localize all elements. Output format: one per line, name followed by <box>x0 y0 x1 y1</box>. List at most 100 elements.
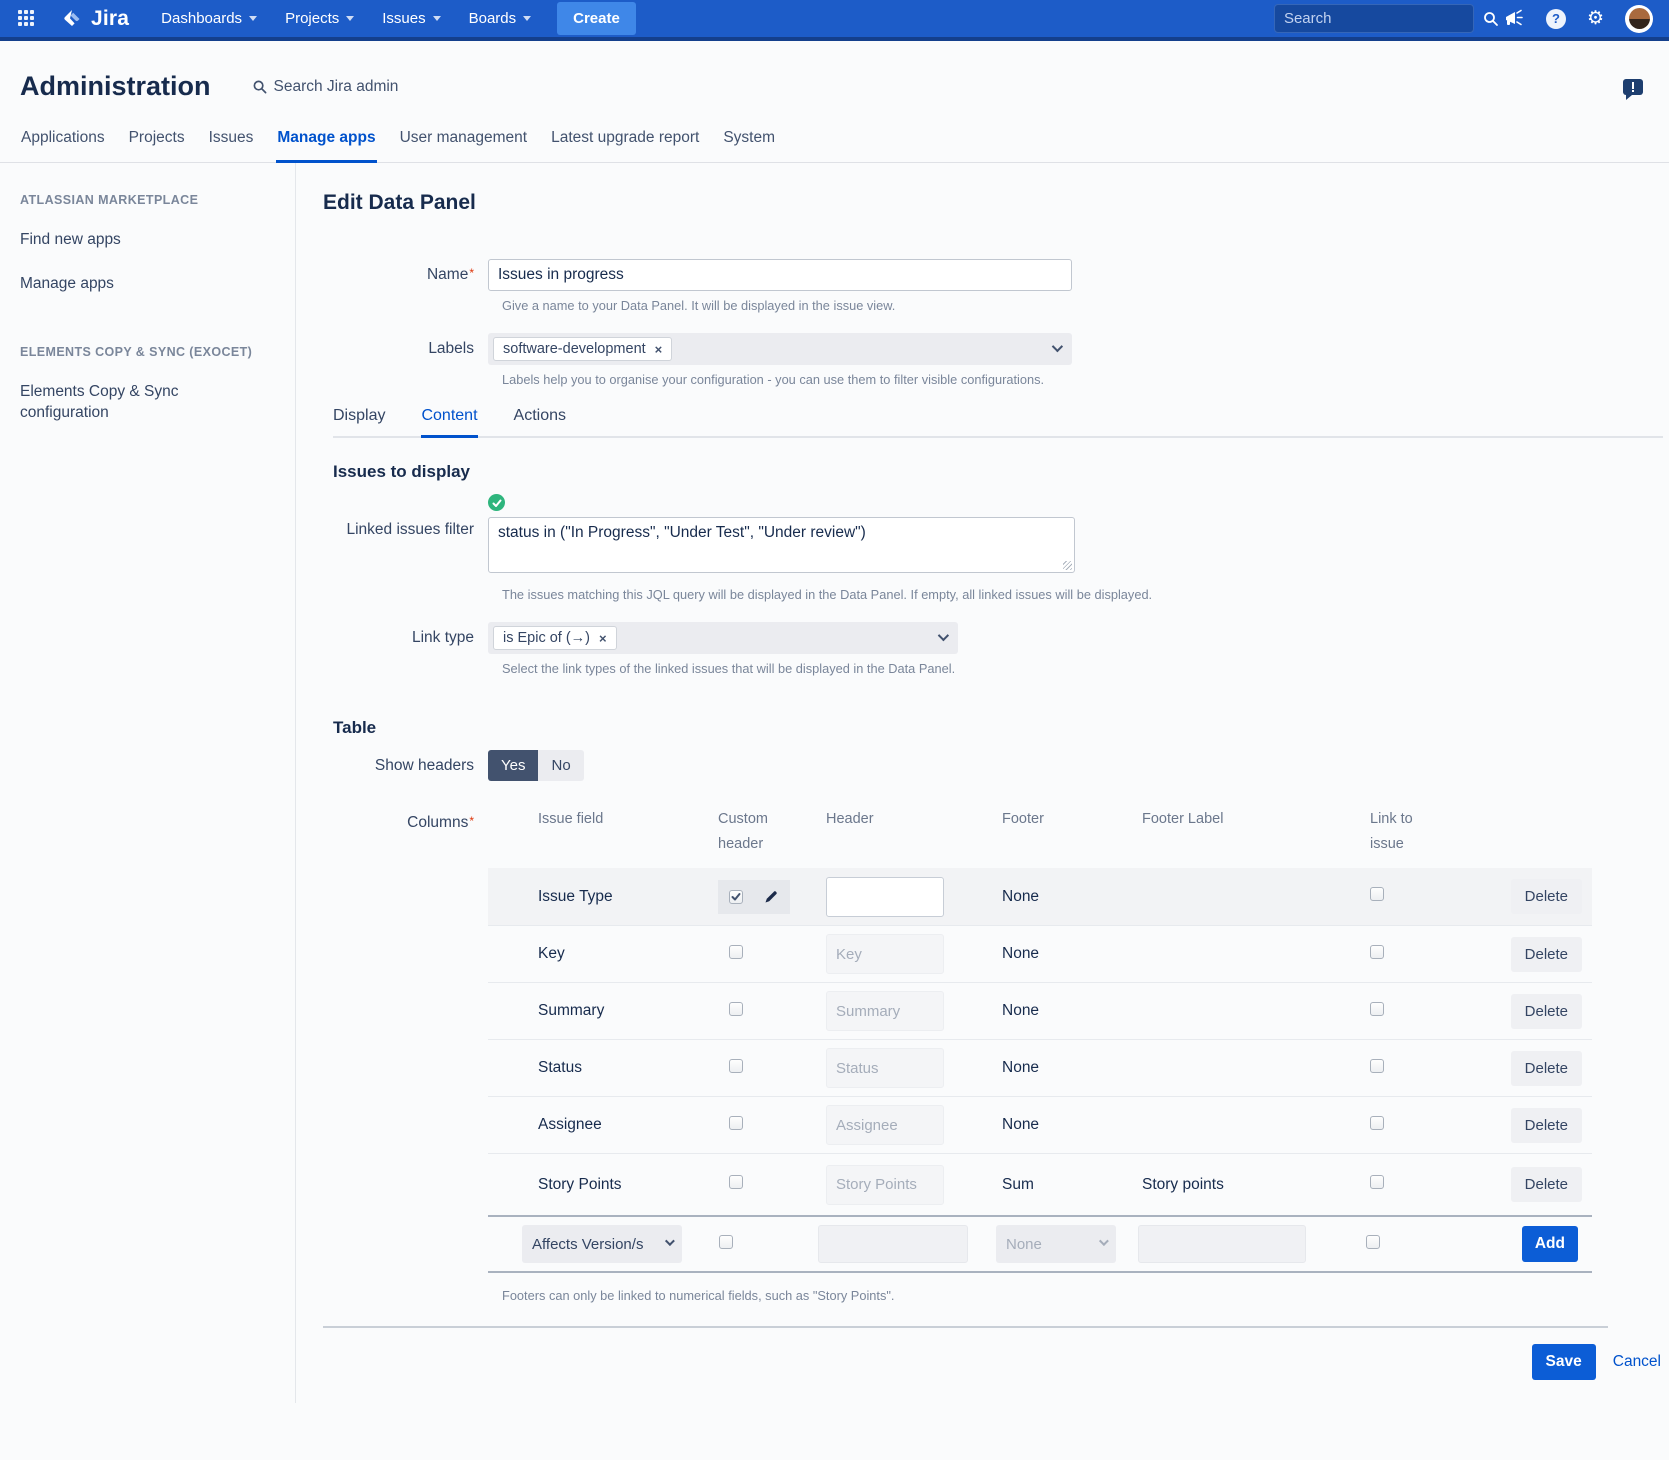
link-to-issue-checkbox[interactable] <box>1370 1116 1384 1130</box>
remove-tag-icon[interactable]: × <box>599 631 607 646</box>
col-header-header: Header <box>812 807 990 832</box>
tab-system[interactable]: System <box>722 129 776 163</box>
tab-manage-apps[interactable]: Manage apps <box>276 129 376 163</box>
custom-header-checkbox[interactable] <box>729 1175 743 1189</box>
tab-display[interactable]: Display <box>333 407 385 438</box>
labels-label: Labels <box>323 333 488 358</box>
link-to-issue-checkbox[interactable] <box>1366 1235 1380 1249</box>
global-search[interactable] <box>1274 4 1474 33</box>
gear-icon: ⚙ <box>1587 9 1604 28</box>
sidebar-item-exocet-configuration[interactable]: Elements Copy & Sync configuration <box>20 382 225 424</box>
avatar-face <box>1629 8 1650 29</box>
labels-select[interactable]: software-development × <box>488 333 1072 365</box>
tab-issues[interactable]: Issues <box>208 129 255 163</box>
header-input[interactable] <box>826 877 944 917</box>
footer-value: None <box>990 1059 1132 1077</box>
custom-header-checkbox[interactable] <box>729 945 743 959</box>
footer-select[interactable]: None <box>996 1225 1116 1263</box>
tab-projects[interactable]: Projects <box>128 129 186 163</box>
cancel-link[interactable]: Cancel <box>1613 1353 1661 1371</box>
search-icon <box>1483 11 1499 27</box>
delete-button[interactable]: Delete <box>1511 1108 1582 1143</box>
link-to-issue-checkbox[interactable] <box>1370 945 1384 959</box>
nav-projects[interactable]: Projects <box>285 10 354 27</box>
show-headers-no[interactable]: No <box>538 750 583 781</box>
filter-help: The issues matching this JQL query will … <box>502 587 1663 602</box>
tab-applications[interactable]: Applications <box>20 129 106 163</box>
nav-boards[interactable]: Boards <box>469 10 532 27</box>
add-column-button[interactable]: Add <box>1522 1226 1578 1262</box>
brand-name: Jira <box>91 7 129 31</box>
remove-tag-icon[interactable]: × <box>655 342 663 357</box>
help-button[interactable]: ? <box>1546 9 1566 29</box>
save-button[interactable]: Save <box>1532 1344 1596 1380</box>
tab-content[interactable]: Content <box>421 407 477 438</box>
issue-field-name: Issue Type <box>522 888 708 906</box>
delete-button[interactable]: Delete <box>1511 1051 1582 1086</box>
nav-dashboards[interactable]: Dashboards <box>161 10 257 27</box>
col-header-custom-header: Custom header <box>708 807 812 856</box>
table-row: Story Points Sum Story points Delete <box>488 1153 1592 1215</box>
delete-button[interactable]: Delete <box>1511 994 1582 1029</box>
admin-search[interactable]: Search Jira admin <box>253 78 399 96</box>
col-header-link-to-issue: Link to issue <box>1324 807 1452 856</box>
chevron-down-icon <box>523 16 531 21</box>
jql-filter-textarea[interactable]: status in ("In Progress", "Under Test", … <box>488 517 1075 573</box>
resize-handle[interactable] <box>1063 561 1072 570</box>
feedback-button[interactable] <box>1623 79 1643 95</box>
delete-button[interactable]: Delete <box>1511 879 1582 914</box>
admin-tab-bar: Applications Projects Issues Manage apps… <box>0 129 1669 163</box>
link-to-issue-checkbox[interactable] <box>1370 1059 1384 1073</box>
link-type-help: Select the link types of the linked issu… <box>502 661 1663 676</box>
tab-actions[interactable]: Actions <box>514 407 566 438</box>
footer-label-value: Story points <box>1132 1176 1324 1194</box>
main-content: Edit Data Panel Name* Give a name to you… <box>296 163 1669 1403</box>
link-type-tag: is Epic of (→) × <box>493 626 617 650</box>
create-button[interactable]: Create <box>557 2 636 35</box>
chevron-down-icon <box>346 16 354 21</box>
label-tag: software-development × <box>493 337 672 361</box>
delete-button[interactable]: Delete <box>1511 1167 1582 1202</box>
settings-button[interactable]: ⚙ <box>1587 9 1604 28</box>
jira-logo-icon <box>60 7 84 31</box>
megaphone-icon <box>1503 9 1525 29</box>
app-switcher-icon[interactable] <box>18 10 36 28</box>
edit-pencil-icon[interactable] <box>763 889 779 905</box>
custom-header-checkbox[interactable] <box>729 890 743 904</box>
custom-header-checkbox[interactable] <box>729 1002 743 1016</box>
sidebar-item-manage-apps[interactable]: Manage apps <box>20 274 271 295</box>
table-row: Key None Delete <box>488 925 1592 982</box>
show-headers-yes[interactable]: Yes <box>488 750 538 781</box>
issue-field-name: Story Points <box>522 1176 708 1194</box>
link-to-issue-checkbox[interactable] <box>1370 1002 1384 1016</box>
name-help: Give a name to your Data Panel. It will … <box>502 298 1663 313</box>
footer-value: None <box>990 1116 1132 1134</box>
nav-issues[interactable]: Issues <box>382 10 440 27</box>
custom-header-controls <box>718 880 790 914</box>
issue-field-select[interactable]: Affects Version/s <box>522 1225 682 1263</box>
global-search-input[interactable] <box>1284 10 1483 27</box>
announcement-button[interactable] <box>1503 9 1525 29</box>
user-avatar[interactable] <box>1625 5 1653 33</box>
table-heading: Table <box>333 718 1663 738</box>
required-marker: * <box>469 814 474 828</box>
columns-table-header: Issue field Custom header Header Footer … <box>488 807 1592 868</box>
footers-note: Footers can only be linked to numerical … <box>502 1288 1663 1303</box>
custom-header-checkbox[interactable] <box>729 1116 743 1130</box>
jira-logo[interactable]: Jira <box>60 7 129 31</box>
custom-header-checkbox[interactable] <box>729 1059 743 1073</box>
header-input[interactable] <box>818 1225 968 1263</box>
link-to-issue-checkbox[interactable] <box>1370 887 1384 901</box>
footer-label-input[interactable] <box>1138 1225 1306 1263</box>
name-input[interactable] <box>488 259 1072 291</box>
header-input <box>826 1165 944 1205</box>
link-to-issue-checkbox[interactable] <box>1370 1175 1384 1189</box>
top-navbar: Jira Dashboards Projects Issues Boards C… <box>0 0 1669 41</box>
link-type-select[interactable]: is Epic of (→) × <box>488 622 958 654</box>
custom-header-checkbox[interactable] <box>719 1235 733 1249</box>
chevron-down-icon <box>1099 1236 1109 1246</box>
tab-latest-upgrade-report[interactable]: Latest upgrade report <box>550 129 700 163</box>
tab-user-management[interactable]: User management <box>399 129 529 163</box>
sidebar-item-find-new-apps[interactable]: Find new apps <box>20 230 271 251</box>
delete-button[interactable]: Delete <box>1511 937 1582 972</box>
